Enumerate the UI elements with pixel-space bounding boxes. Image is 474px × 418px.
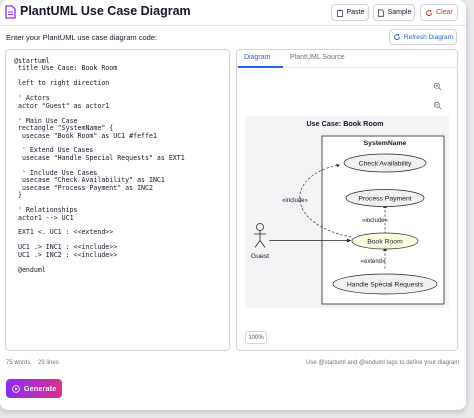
usecase-label: Process Payment xyxy=(358,196,411,203)
word-count: 75 words xyxy=(6,360,31,366)
clear-label: Clear xyxy=(436,9,453,16)
actor-guest[interactable] xyxy=(254,223,266,248)
usecase-check-availability[interactable]: Check Availability xyxy=(343,153,427,173)
clear-button[interactable]: Clear xyxy=(420,4,458,21)
include-label-check: «include» xyxy=(282,198,308,204)
zoom-level: 100% xyxy=(245,331,267,344)
code-text[interactable]: @startuml title Use Case: Book Room left… xyxy=(14,57,185,274)
zoom-in-icon xyxy=(433,82,442,90)
line-count: 29 lines xyxy=(38,360,59,366)
usecase-process-payment[interactable]: Process Payment xyxy=(345,189,425,207)
app-title: PlantUML Use Case Diagram xyxy=(20,4,191,18)
generate-button[interactable]: Generate xyxy=(6,379,62,398)
editor-stats: 75 words 29 lines xyxy=(6,360,59,366)
zoom-out-button[interactable] xyxy=(430,98,445,112)
sample-button[interactable]: Sample xyxy=(373,4,415,21)
include-label-payment: «include» xyxy=(362,218,388,224)
paste-button[interactable]: Paste xyxy=(331,4,369,21)
usage-hint: Use @startuml and @enduml tags to define… xyxy=(306,360,460,366)
code-editor[interactable]: @startuml title Use Case: Book Room left… xyxy=(5,49,230,351)
play-icon xyxy=(11,384,20,393)
tab-diagram[interactable]: Diagram xyxy=(244,54,270,61)
paste-label: Paste xyxy=(346,9,365,16)
diagram-title: Use Case: Book Room xyxy=(306,119,383,128)
usecase-label: Book Room xyxy=(367,239,403,246)
refresh-label: Refresh Diagram xyxy=(403,33,454,41)
system-name: SystemName xyxy=(364,140,407,147)
refresh-diagram-button[interactable]: Refresh Diagram xyxy=(389,29,457,45)
header-bar: PlantUML Use Case Diagram Paste Sample C… xyxy=(0,0,466,26)
active-tab-indicator xyxy=(238,66,283,68)
actor-label: Guest xyxy=(251,253,269,260)
sample-label: Sample xyxy=(387,9,412,16)
usecase-book-room[interactable]: Book Room xyxy=(351,232,419,250)
use-case-diagram: Use Case: Book Room SystemName Guest «in… xyxy=(251,119,445,305)
refresh-icon xyxy=(394,33,400,40)
usecase-handle-special-requests[interactable]: Handle Special Requests xyxy=(332,273,438,295)
usecase-label: Check Availability xyxy=(359,161,412,168)
tab-plantuml-source[interactable]: PlantUML Source xyxy=(290,54,345,61)
reset-icon xyxy=(426,9,433,16)
document-icon xyxy=(5,5,16,19)
generate-label: Generate xyxy=(23,384,57,393)
extend-label: «extend» xyxy=(361,259,386,265)
app-card: PlantUML Use Case Diagram Paste Sample C… xyxy=(0,0,466,410)
preview-panel: Diagram PlantUML Source Use Case: Book R… xyxy=(236,49,458,351)
usecase-label: Handle Special Requests xyxy=(347,282,424,289)
zoom-out-icon xyxy=(433,101,442,109)
file-icon xyxy=(377,8,384,17)
diagram-canvas[interactable]: Use Case: Book Room SystemName Guest «in… xyxy=(245,116,449,308)
editor-prompt: Enter your PlantUML use case diagram cod… xyxy=(6,33,158,42)
preview-tabs: Diagram PlantUML Source xyxy=(237,50,457,68)
clipboard-icon xyxy=(336,9,343,17)
zoom-in-button[interactable] xyxy=(430,79,445,93)
